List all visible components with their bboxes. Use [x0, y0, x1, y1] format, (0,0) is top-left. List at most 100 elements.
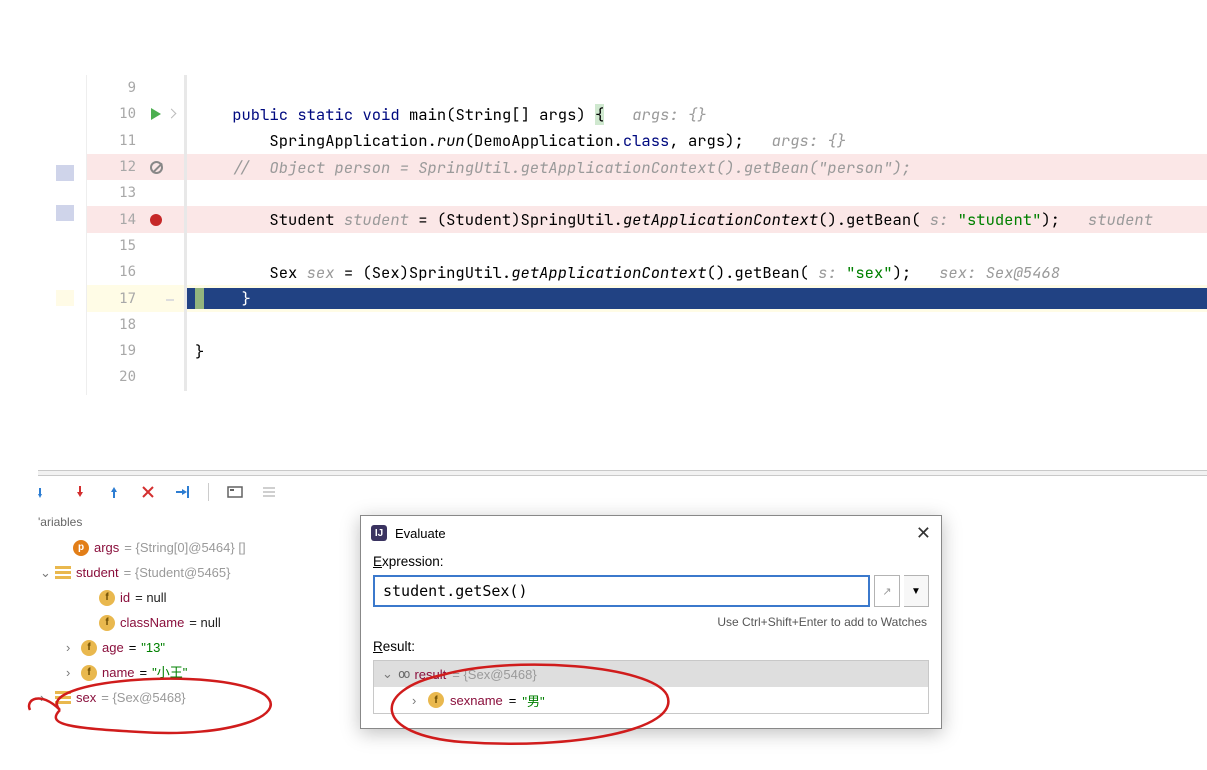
code-line[interactable]: 15	[86, 233, 1207, 259]
line-number: 14	[86, 212, 146, 228]
field-badge-icon: f	[81, 665, 97, 681]
comment: // Object person = SpringUtil.getApplica…	[232, 157, 911, 178]
line-number: 17	[86, 291, 146, 307]
code-line[interactable]: 11 SpringApplication.run(DemoApplication…	[86, 128, 1207, 154]
step-over-icon[interactable]	[38, 484, 54, 500]
fold-icon[interactable]	[167, 109, 177, 119]
code-line[interactable]: 18	[86, 312, 1207, 338]
expression-history-dropdown[interactable]: ▼	[904, 575, 929, 607]
code-line-current[interactable]: 17 }	[86, 285, 1207, 311]
inlay-hint: args: {}	[632, 104, 706, 125]
expression-label: EExpression:xpression:	[373, 554, 929, 569]
step-into-icon[interactable]	[72, 484, 88, 500]
method-name: main	[409, 104, 446, 125]
code-line[interactable]: 14 Student student = (Student)SpringUtil…	[86, 206, 1207, 232]
code-line[interactable]: 12 // Object person = SpringUtil.getAppl…	[86, 154, 1207, 180]
field-badge-icon: f	[81, 640, 97, 656]
code-line[interactable]: 10 public static void main(String[] args…	[86, 101, 1207, 127]
drop-frame-icon[interactable]	[140, 484, 156, 500]
keyword: static	[297, 104, 353, 125]
variable-name: result	[414, 667, 446, 682]
string-literal: "student"	[958, 209, 1042, 230]
object-link-icon: oo	[398, 667, 408, 681]
chevron-down-icon[interactable]: ⌄	[382, 666, 392, 682]
line-number: 11	[86, 133, 146, 149]
run-to-cursor-icon[interactable]	[174, 484, 190, 500]
step-out-icon[interactable]	[106, 484, 122, 500]
variable-row-student[interactable]: ⌄ student = {Student@5465}	[58, 560, 246, 585]
result-label: Result:	[373, 639, 929, 654]
field-badge-icon: f	[428, 692, 444, 708]
inlay-hint: sex: Sex@5468	[939, 262, 1060, 283]
variable-row-classname[interactable]: f className = null	[58, 610, 246, 635]
code-line[interactable]: 20	[86, 364, 1207, 390]
result-tree[interactable]: ⌄ oo result = {Sex@5468} › f sexname = "…	[373, 660, 929, 714]
chevron-right-icon[interactable]: ›	[66, 660, 76, 685]
field-badge-icon: f	[99, 590, 115, 606]
code-editor[interactable]: 9 10 public static void main(String[] ar…	[50, 75, 1207, 395]
chevron-down-icon[interactable]: ⌄	[40, 560, 50, 585]
editor-minimap[interactable]	[50, 75, 87, 395]
evaluate-expression-icon[interactable]	[227, 484, 243, 500]
field-badge-icon: f	[99, 615, 115, 631]
intellij-icon: IJ	[371, 525, 387, 541]
dialog-title: Evaluate	[395, 526, 446, 541]
chevron-right-icon[interactable]: ›	[412, 693, 422, 708]
line-number: 12	[86, 159, 146, 175]
debug-toolbar	[38, 480, 277, 504]
inlay-hint: args: {}	[772, 130, 846, 151]
chevron-right-icon[interactable]: ›	[40, 685, 50, 710]
object-badge-icon	[55, 571, 71, 574]
run-icon[interactable]	[151, 108, 161, 120]
variable-row-age[interactable]: › f age = "13"	[58, 635, 246, 660]
panel-splitter[interactable]	[38, 470, 1207, 476]
keyword: public	[232, 104, 288, 125]
line-number: 18	[86, 317, 146, 333]
variable-value: = {Student@5465}	[124, 560, 231, 585]
breakpoint-icon[interactable]	[150, 214, 162, 226]
code-text	[195, 104, 232, 125]
expand-expression-icon[interactable]: ↗	[874, 575, 900, 607]
variable-value: = {String[0]@5464} []	[124, 535, 245, 560]
code-line[interactable]: 13	[86, 180, 1207, 206]
variable-row-sex[interactable]: › sex = {Sex@5468}	[58, 685, 246, 710]
variable-row-name[interactable]: › f name = "小王"	[58, 660, 246, 685]
line-number: 19	[86, 343, 146, 359]
line-number: 16	[86, 264, 146, 280]
dialog-hint: Use Ctrl+Shift+Enter to add to Watches	[373, 615, 927, 629]
result-row-sexname[interactable]: › f sexname = "男"	[374, 687, 928, 713]
variable-row-id[interactable]: f id = null	[58, 585, 246, 610]
variable-value: = {Sex@5468}	[452, 667, 536, 682]
code-line[interactable]: 16 Sex sex = (Sex)SpringUtil.getApplicat…	[86, 259, 1207, 285]
code-line[interactable]: 19 }	[86, 338, 1207, 364]
code-line[interactable]: 9	[86, 75, 1207, 101]
variables-tree[interactable]: p args = {String[0]@5464} [] ⌄ student =…	[58, 535, 246, 710]
line-number: 15	[86, 238, 146, 254]
variable-name: student	[76, 560, 119, 585]
line-number: 10	[86, 106, 146, 122]
param-badge-icon: p	[73, 540, 89, 556]
string-literal: "sex"	[846, 262, 893, 283]
dialog-titlebar[interactable]: IJ Evaluate ✕	[361, 516, 941, 550]
disabled-breakpoint-icon[interactable]	[150, 161, 163, 174]
method-call: run	[437, 130, 465, 151]
trace-current-stream-icon[interactable]	[261, 484, 277, 500]
chevron-right-icon[interactable]: ›	[66, 635, 76, 660]
expression-input[interactable]	[373, 575, 870, 607]
keyword: void	[362, 104, 399, 125]
inlay-hint: student	[1088, 209, 1153, 230]
caret-indicator	[195, 288, 204, 309]
line-number: 13	[86, 185, 146, 201]
toolbar-separator	[208, 483, 209, 501]
variable-row-args[interactable]: p args = {String[0]@5464} []	[58, 535, 246, 560]
result-row[interactable]: ⌄ oo result = {Sex@5468}	[374, 661, 928, 687]
variables-panel-title: 'ariables	[38, 515, 82, 529]
line-number: 20	[86, 369, 146, 385]
close-icon[interactable]: ✕	[916, 523, 931, 544]
line-number: 9	[86, 80, 146, 96]
fold-end-icon[interactable]	[166, 299, 174, 301]
variable-name: args	[94, 535, 119, 560]
chevron-down-icon: ▼	[911, 586, 921, 597]
evaluate-dialog[interactable]: IJ Evaluate ✕ EExpression:xpression: ↗ ▼…	[360, 515, 942, 729]
object-badge-icon	[55, 696, 71, 699]
